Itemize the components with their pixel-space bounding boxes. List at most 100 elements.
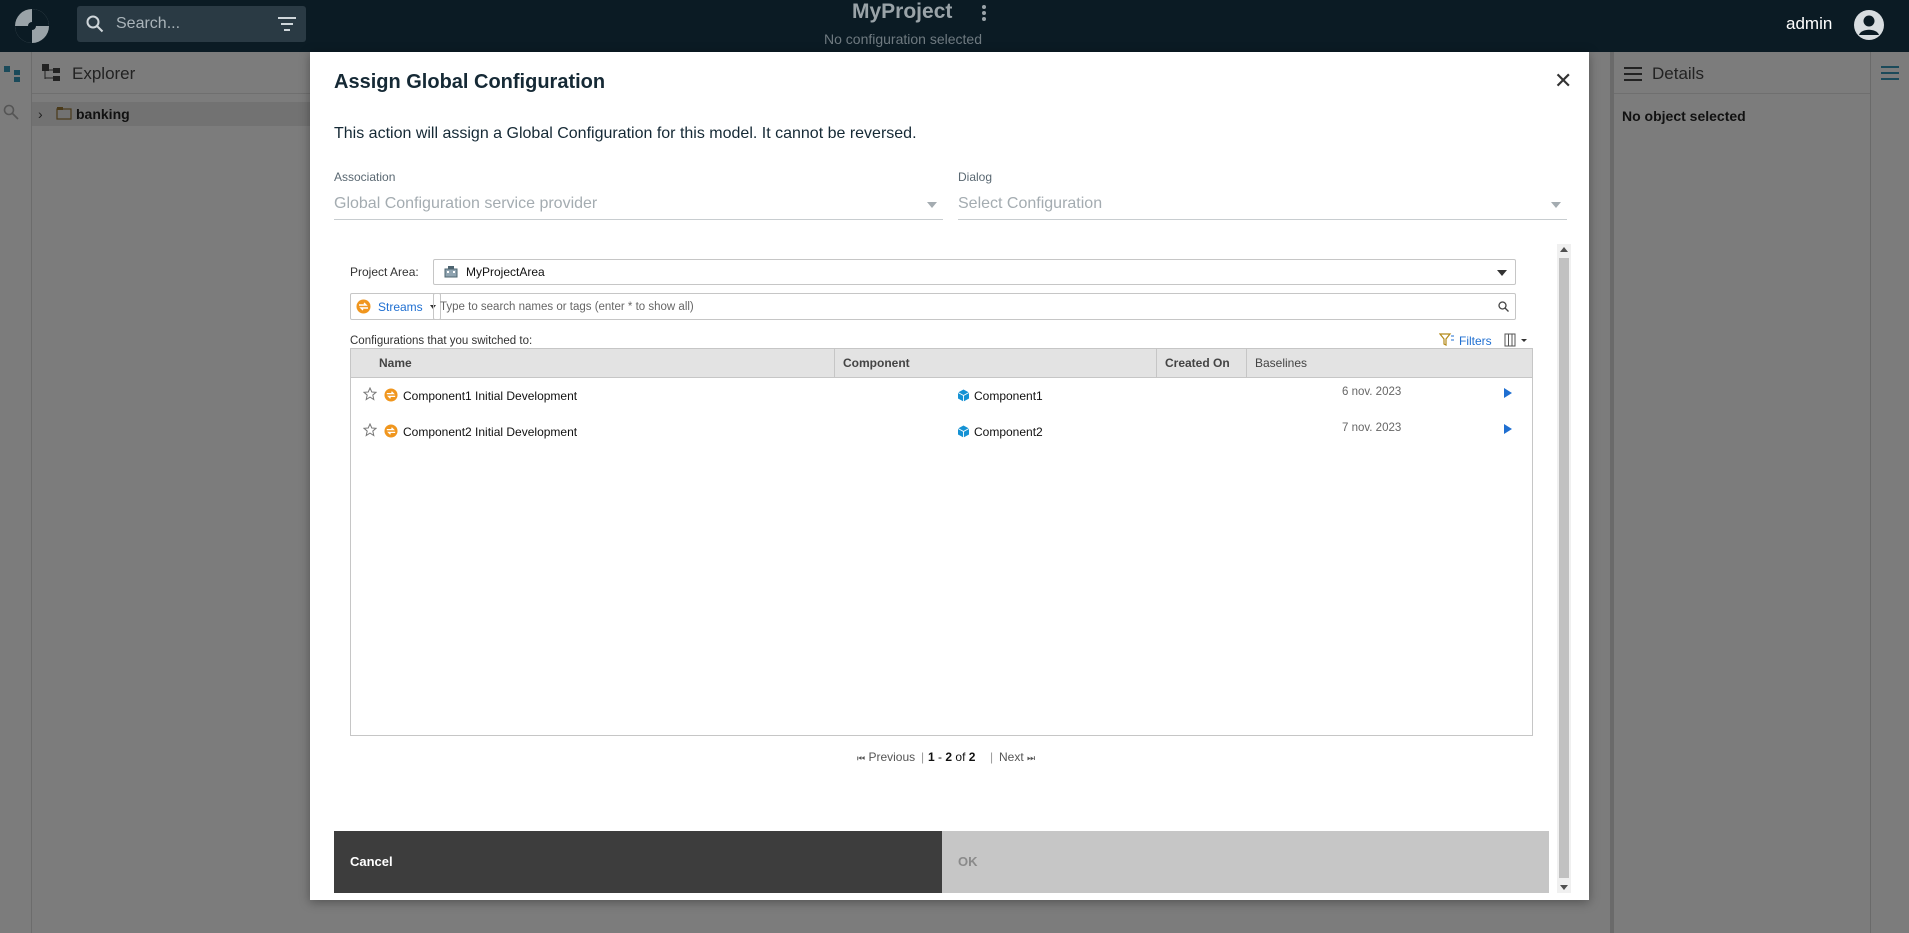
- menu-lines-icon: [1624, 67, 1642, 81]
- stream-icon: [384, 388, 398, 402]
- filters-label: Filters: [1459, 334, 1492, 348]
- row-name[interactable]: Component1 Initial Development: [403, 389, 577, 403]
- details-empty-text: No object selected: [1622, 108, 1746, 124]
- previous-page-button[interactable]: ⏮ Previous: [857, 750, 915, 764]
- column-header-component[interactable]: Component: [834, 349, 1156, 377]
- previous-label: Previous: [868, 750, 916, 764]
- range-end: 2: [945, 750, 953, 764]
- tree-item-label: banking: [76, 106, 130, 122]
- range-of: of: [955, 750, 966, 764]
- tree-view-icon[interactable]: [4, 66, 22, 82]
- dialog-config-field: Dialog Select Configuration: [958, 170, 1567, 220]
- association-select[interactable]: Global Configuration service provider: [334, 190, 943, 220]
- association-field: Association Global Configuration service…: [334, 170, 943, 220]
- row-created-on: 7 nov. 2023: [1342, 422, 1402, 434]
- project-area-icon: [444, 266, 458, 278]
- chevron-down-icon: [927, 202, 937, 208]
- config-select-value: Select Configuration: [958, 195, 1103, 212]
- chevron-right-icon[interactable]: ›: [38, 106, 43, 122]
- filter-icon: [1439, 333, 1454, 346]
- details-title: Details: [1652, 64, 1704, 83]
- project-name: MyProject: [852, 0, 953, 23]
- frame-scrollbar[interactable]: [1557, 244, 1571, 893]
- first-page-icon: ⏮: [857, 753, 866, 763]
- table-row[interactable]: Component1 Initial Development Component…: [351, 379, 1532, 409]
- search-placeholder: Search...: [116, 15, 181, 32]
- association-label: Association: [334, 170, 396, 184]
- stream-icon: [356, 299, 371, 314]
- star-outline-icon[interactable]: [363, 387, 377, 401]
- global-search[interactable]: Search...: [77, 6, 306, 42]
- range-start: 1: [928, 750, 935, 764]
- details-panel: Details No object selected: [1610, 52, 1870, 933]
- explorer-title: Explorer: [72, 64, 136, 83]
- dialog-description: This action will assign a Global Configu…: [334, 125, 917, 142]
- user-avatar-icon[interactable]: [1853, 9, 1885, 41]
- play-arrow-icon[interactable]: [1504, 388, 1512, 398]
- config-search-placeholder: Type to search names or tags (enter * to…: [440, 301, 694, 313]
- component-cube-icon: [957, 389, 970, 402]
- ok-label: OK: [958, 854, 978, 869]
- column-header-created-on[interactable]: Created On: [1156, 349, 1246, 377]
- config-status[interactable]: No configuration selected: [824, 31, 982, 47]
- stream-icon: [384, 424, 398, 438]
- select-column-header: [351, 349, 371, 377]
- table-header: Name Component Created On Baselines: [351, 349, 1532, 378]
- explorer-panel: Explorer › banking: [32, 52, 310, 933]
- row-created-on: 6 nov. 2023: [1342, 386, 1402, 398]
- column-header-name[interactable]: Name: [371, 349, 834, 377]
- row-name[interactable]: Component2 Initial Development: [403, 425, 577, 439]
- range-total: 2: [968, 750, 976, 764]
- close-icon[interactable]: ✕: [1554, 68, 1572, 94]
- project-area-label: Project Area:: [350, 265, 419, 279]
- config-table: Name Component Created On Baselines Comp…: [350, 348, 1533, 736]
- project-area-value: MyProjectArea: [466, 265, 545, 279]
- ok-button[interactable]: OK: [942, 831, 1549, 893]
- cancel-label: Cancel: [350, 854, 393, 869]
- page-range: 1 - 2 of 2: [928, 750, 976, 764]
- left-rail: [0, 52, 32, 933]
- search-icon[interactable]: [1498, 301, 1509, 312]
- next-page-button[interactable]: Next ⏭: [999, 750, 1035, 764]
- play-arrow-icon[interactable]: [1504, 424, 1512, 434]
- next-label: Next: [999, 750, 1024, 764]
- details-toggle-icon[interactable]: [1881, 66, 1899, 80]
- chevron-down-icon: [1551, 202, 1561, 208]
- row-component: Component2: [974, 425, 1043, 439]
- scroll-up-icon[interactable]: [1560, 247, 1568, 252]
- star-outline-icon[interactable]: [363, 423, 377, 437]
- component-cube-icon: [957, 425, 970, 438]
- table-row[interactable]: Component2 Initial Development Component…: [351, 415, 1532, 445]
- tree-item-banking[interactable]: › banking: [32, 102, 310, 126]
- association-value: Global Configuration service provider: [334, 195, 598, 212]
- config-type-select[interactable]: Streams: [350, 293, 441, 320]
- project-menu-icon[interactable]: [978, 3, 990, 23]
- assign-config-dialog: Assign Global Configuration ✕ This actio…: [310, 52, 1589, 900]
- model-folder-icon: [56, 107, 72, 120]
- scroll-down-icon[interactable]: [1560, 885, 1568, 890]
- pager-divider: |: [990, 750, 994, 764]
- pager-divider: |: [921, 750, 925, 764]
- right-rail: [1870, 52, 1909, 933]
- chevron-down-icon: [1497, 270, 1507, 276]
- column-header-baselines: Baselines: [1246, 349, 1532, 377]
- dialog-field-label: Dialog: [958, 170, 993, 184]
- tree-icon: [42, 64, 60, 81]
- config-picker-frame: Project Area: MyProjectArea Streams Type…: [334, 244, 1571, 893]
- search-icon: [86, 15, 104, 33]
- dialog-title: Assign Global Configuration: [334, 71, 606, 93]
- top-bar: Search... MyProject No configuration sel…: [0, 0, 1909, 52]
- project-area-select[interactable]: MyProjectArea: [433, 259, 1516, 285]
- user-name[interactable]: admin: [1786, 14, 1832, 34]
- scroll-thumb[interactable]: [1559, 258, 1569, 878]
- app-logo-icon[interactable]: [12, 6, 52, 46]
- cancel-button[interactable]: Cancel: [334, 831, 942, 893]
- filter-icon[interactable]: [278, 17, 296, 31]
- explorer-header: Explorer: [32, 52, 310, 94]
- row-component: Component1: [974, 389, 1043, 403]
- column-settings-icon[interactable]: [1504, 333, 1528, 347]
- config-search-input[interactable]: Type to search names or tags (enter * to…: [433, 293, 1516, 320]
- config-select[interactable]: Select Configuration: [958, 190, 1567, 220]
- search-icon[interactable]: [3, 104, 19, 120]
- last-page-icon: ⏭: [1027, 753, 1036, 763]
